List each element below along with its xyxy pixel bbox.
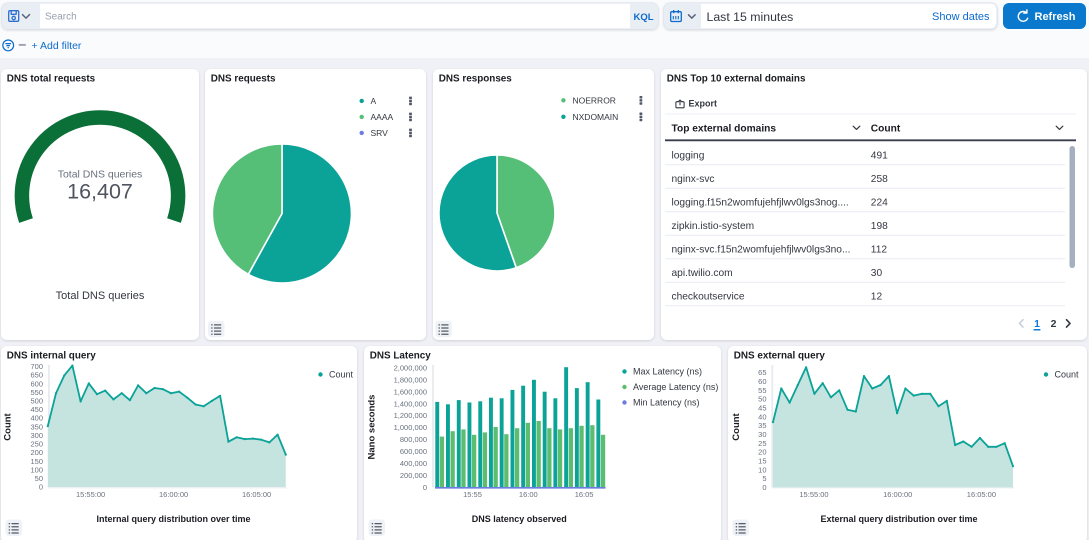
svg-text:50: 50	[758, 395, 766, 404]
svg-text:5: 5	[762, 474, 766, 483]
svg-text:A: A	[371, 96, 377, 106]
svg-text:0: 0	[39, 483, 43, 492]
svg-text:2: 2	[1051, 318, 1057, 330]
svg-text:100: 100	[30, 465, 43, 474]
svg-text:KQL: KQL	[633, 12, 653, 23]
svg-text:SRV: SRV	[371, 128, 389, 138]
svg-text:400: 400	[30, 414, 43, 423]
svg-text:35: 35	[758, 421, 766, 430]
svg-text:55: 55	[758, 386, 766, 395]
svg-text:250: 250	[30, 440, 43, 449]
svg-text:checkoutservice: checkoutservice	[672, 292, 745, 303]
svg-text:Search: Search	[45, 12, 77, 23]
svg-text:700: 700	[30, 362, 43, 371]
svg-text:External query distribution ov: External query distribution over time	[820, 514, 977, 524]
svg-text:1: 1	[1034, 318, 1040, 330]
svg-text:550: 550	[30, 388, 43, 397]
svg-text:16:05: 16:05	[575, 490, 594, 499]
svg-text:16,407: 16,407	[67, 179, 133, 203]
svg-text:Top external domains: Top external domains	[672, 124, 777, 135]
svg-text:15: 15	[758, 457, 766, 466]
svg-text:Show dates: Show dates	[932, 11, 990, 23]
svg-text:Average Latency (ns): Average Latency (ns)	[633, 382, 718, 392]
svg-text:650: 650	[30, 371, 43, 380]
svg-text:1,000,000: 1,000,000	[394, 423, 427, 432]
svg-text:224: 224	[871, 198, 888, 209]
svg-text:Refresh: Refresh	[1035, 11, 1076, 23]
svg-text:Last 15 minutes: Last 15 minutes	[707, 10, 794, 24]
svg-text:350: 350	[30, 422, 43, 431]
svg-text:65: 65	[758, 368, 766, 377]
svg-text:600,000: 600,000	[400, 447, 427, 456]
svg-text:15:55:00: 15:55:00	[76, 490, 105, 499]
svg-text:1,600,000: 1,600,000	[394, 387, 427, 396]
svg-text:Count: Count	[329, 370, 354, 380]
svg-text:logging: logging	[672, 151, 705, 162]
svg-text:30: 30	[871, 268, 883, 279]
svg-text:NOERROR: NOERROR	[573, 95, 616, 105]
svg-text:200: 200	[30, 448, 43, 457]
svg-text:20: 20	[758, 448, 766, 457]
svg-text:Nano seconds: Nano seconds	[367, 395, 378, 460]
svg-text:30: 30	[758, 430, 766, 439]
svg-text:Count: Count	[3, 412, 14, 440]
svg-text:112: 112	[871, 245, 888, 256]
svg-text:2,000,000: 2,000,000	[394, 363, 427, 372]
svg-text:10: 10	[758, 465, 766, 474]
svg-text:0: 0	[762, 483, 766, 492]
svg-text:Export: Export	[689, 99, 718, 109]
svg-text:logging.f15n2womfujehfjlwv0lgs: logging.f15n2womfujehfjlwv0lgs3nog....	[672, 198, 849, 209]
svg-text:DNS internal query: DNS internal query	[7, 350, 96, 361]
svg-text:800,000: 800,000	[400, 435, 427, 444]
svg-text:600: 600	[30, 379, 43, 388]
svg-text:500: 500	[30, 397, 43, 406]
svg-text:Total DNS queries: Total DNS queries	[56, 290, 145, 302]
svg-text:Internal query distribution ov: Internal query distribution over time	[96, 514, 250, 524]
svg-text:Count: Count	[731, 412, 742, 440]
svg-text:15:55:00: 15:55:00	[799, 490, 828, 499]
svg-text:Min Latency (ns): Min Latency (ns)	[633, 398, 700, 408]
svg-text:DNS Latency: DNS Latency	[370, 350, 431, 361]
svg-text:+ Add filter: + Add filter	[32, 40, 82, 52]
svg-text:Count: Count	[1055, 370, 1080, 380]
svg-text:15:55: 15:55	[463, 490, 482, 499]
svg-text:200,000: 200,000	[400, 471, 427, 480]
svg-text:Count: Count	[871, 124, 901, 135]
svg-text:nginx-svc: nginx-svc	[672, 174, 715, 185]
svg-text:1,800,000: 1,800,000	[394, 375, 427, 384]
svg-text:400,000: 400,000	[400, 459, 427, 468]
svg-text:150: 150	[30, 457, 43, 466]
svg-text:DNS total requests: DNS total requests	[7, 73, 96, 84]
svg-text:Max Latency (ns): Max Latency (ns)	[633, 367, 702, 377]
svg-text:12: 12	[871, 292, 883, 303]
svg-text:491: 491	[871, 151, 888, 162]
svg-text:api.twilio.com: api.twilio.com	[672, 268, 733, 279]
svg-text:1,400,000: 1,400,000	[394, 399, 427, 408]
svg-text:0: 0	[423, 483, 427, 492]
svg-text:50: 50	[35, 474, 43, 483]
svg-text:300: 300	[30, 431, 43, 440]
svg-text:198: 198	[871, 221, 888, 232]
svg-text:450: 450	[30, 405, 43, 414]
svg-text:NXDOMAIN: NXDOMAIN	[573, 112, 619, 122]
svg-text:16:05:00: 16:05:00	[242, 490, 271, 499]
svg-text:16:00: 16:00	[519, 490, 538, 499]
svg-text:AAAA: AAAA	[371, 112, 394, 122]
svg-text:16:05:00: 16:05:00	[967, 490, 996, 499]
svg-text:258: 258	[871, 174, 888, 185]
svg-text:1,200,000: 1,200,000	[394, 411, 427, 420]
svg-text:45: 45	[758, 404, 766, 413]
svg-text:16:00:00: 16:00:00	[159, 490, 188, 499]
svg-text:16:00:00: 16:00:00	[883, 490, 912, 499]
svg-text:DNS Top 10 external domains: DNS Top 10 external domains	[667, 73, 806, 84]
svg-text:nginx-svc.f15n2womfujehfjlwv0l: nginx-svc.f15n2womfujehfjlwv0lgs3no...	[672, 245, 851, 256]
svg-text:DNS responses: DNS responses	[439, 73, 513, 84]
svg-text:60: 60	[758, 377, 766, 386]
svg-text:25: 25	[758, 439, 766, 448]
svg-text:DNS external query: DNS external query	[734, 350, 826, 361]
svg-text:zipkin.istio-system: zipkin.istio-system	[672, 221, 755, 232]
svg-text:DNS latency observed: DNS latency observed	[472, 514, 567, 524]
svg-text:40: 40	[758, 412, 766, 421]
svg-text:DNS requests: DNS requests	[211, 73, 276, 84]
